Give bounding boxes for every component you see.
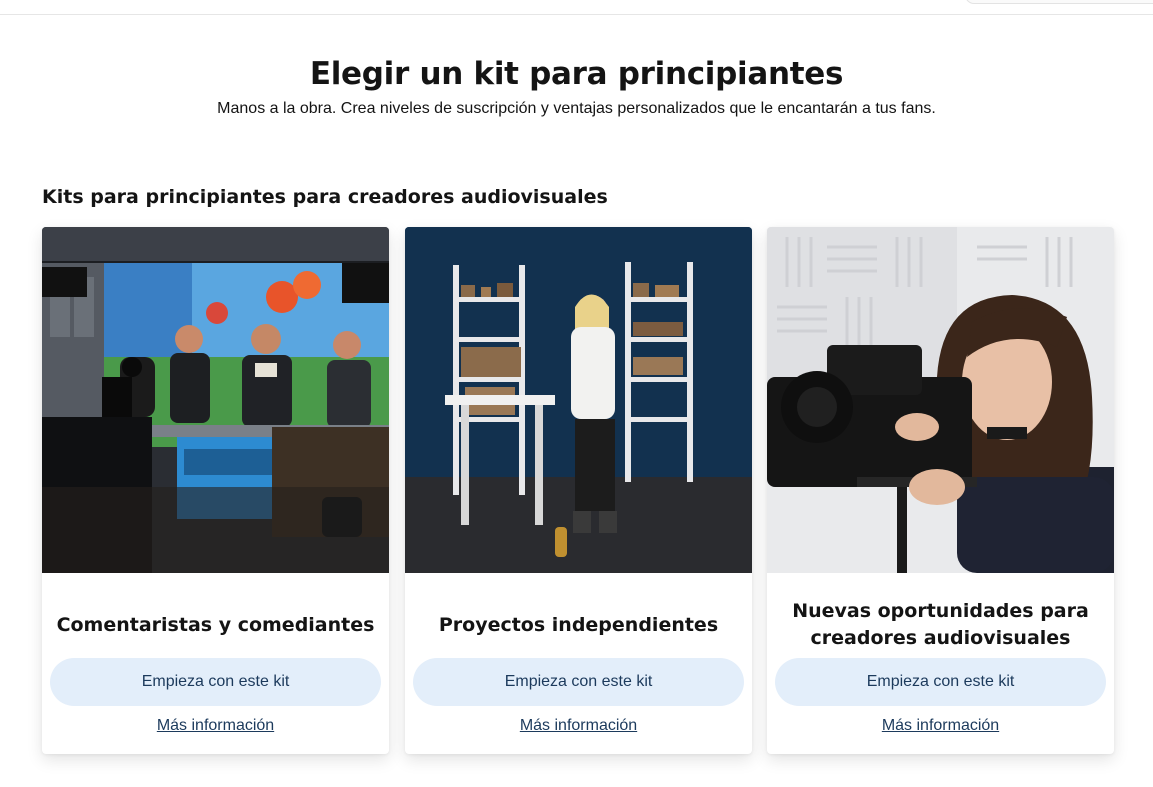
top-search-field[interactable] [965,0,1153,4]
page-subtitle: Manos a la obra. Crea niveles de suscrip… [217,100,936,117]
kit-card-independent-projects: Proyectos independientes Empieza con est… [405,227,752,754]
start-kit-button[interactable]: Empieza con este kit [50,658,381,706]
page-title: Elegir un kit para principiantes [309,56,844,92]
miniatures-studio-photo [405,227,752,573]
top-bar [0,0,1153,15]
start-kit-button[interactable]: Empieza con este kit [775,658,1106,706]
camera-operator-photo [767,227,1114,573]
start-kit-button[interactable]: Empieza con este kit [413,658,744,706]
more-info-link[interactable]: Más información [767,717,1114,735]
more-info-link[interactable]: Más información [405,717,752,735]
kit-card-video-creators: Nuevas oportunidades para creadores audi… [767,227,1114,754]
more-info-link[interactable]: Más información [42,717,389,735]
podcast-studio-photo [42,227,389,573]
section-title: Kits para principiantes para creadores a… [42,186,608,208]
kit-card-commentators: Comentaristas y comediantes Empieza con … [42,227,389,754]
